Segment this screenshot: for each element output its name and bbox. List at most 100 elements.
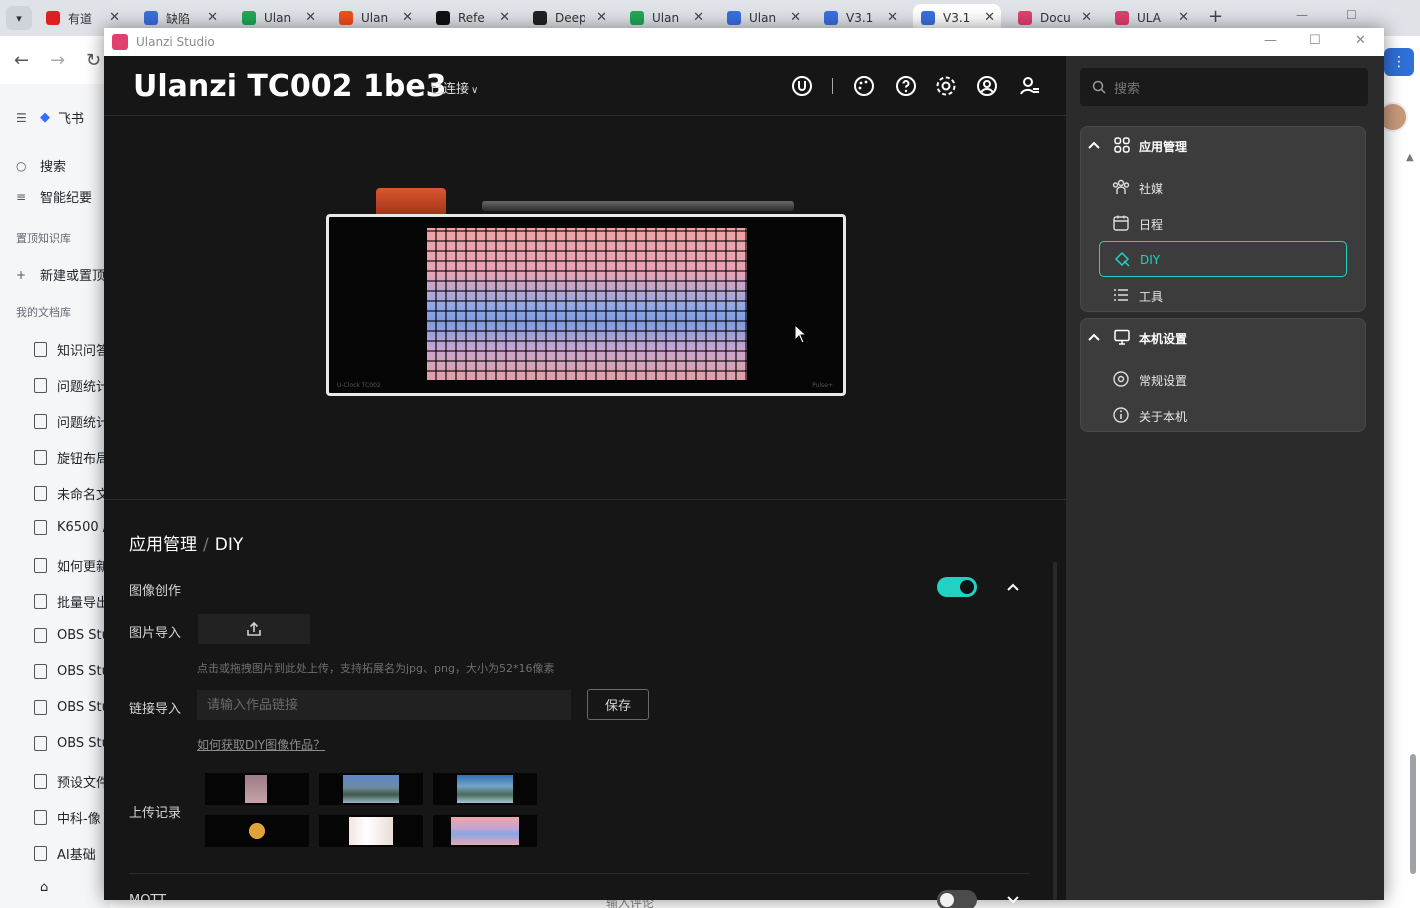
tab-close-icon[interactable]: ✕ — [207, 10, 218, 25]
tab-close-icon[interactable]: ✕ — [402, 10, 413, 25]
tab-close-icon[interactable]: ✕ — [305, 10, 316, 25]
link-input[interactable] — [197, 690, 571, 720]
group-title: 应用管理 — [1139, 140, 1188, 154]
group-app-management: 应用管理 社媒 日程 DIY 工具 — [1080, 126, 1366, 312]
window-close-icon[interactable]: ✕ — [1355, 33, 1366, 48]
group-header-device-settings[interactable]: 本机设置 — [1081, 319, 1367, 355]
list-icon: ≡ — [16, 189, 27, 204]
link-import-label: 链接导入 — [129, 702, 182, 717]
feishu-app-header[interactable]: ☰ ◆ 飞书 — [16, 108, 84, 127]
tab-close-icon[interactable]: ✕ — [596, 10, 607, 25]
pinned-section-title: 置顶知识库 — [16, 232, 71, 245]
sidebar-item-label: 关于本机 — [1139, 410, 1188, 424]
tab-close-icon[interactable]: ✕ — [984, 10, 995, 25]
sidebar-item-calendar[interactable]: 日程 — [1099, 205, 1347, 241]
group-header-app-management[interactable]: 应用管理 — [1081, 127, 1367, 163]
chevron-up-icon[interactable] — [1087, 138, 1101, 152]
history-thumbnail[interactable] — [205, 773, 309, 805]
doc-item[interactable]: 问题统计 — [34, 376, 109, 395]
tab-list-button[interactable]: ▾ — [6, 6, 32, 30]
social-icon — [1112, 179, 1130, 194]
account-icon[interactable] — [975, 74, 999, 98]
chevron-down-icon[interactable] — [1006, 893, 1020, 907]
tab-close-icon[interactable]: ✕ — [499, 10, 510, 25]
doc-item[interactable]: OBS Stu — [34, 664, 110, 679]
history-thumbnail[interactable] — [205, 815, 309, 847]
sidebar-item-about[interactable]: 关于本机 — [1099, 397, 1347, 433]
connection-dropdown[interactable]: 已连接 ∨ — [430, 78, 478, 97]
page-scrollbar[interactable] — [1410, 754, 1416, 874]
doc-item[interactable]: 问题统计 — [34, 412, 109, 431]
doc-item[interactable]: OBS Stu — [34, 700, 110, 715]
tab-close-icon[interactable]: ✕ — [693, 10, 704, 25]
doc-item[interactable]: 如何更新 — [34, 556, 109, 575]
tab-favicon-icon — [921, 11, 935, 25]
back-icon[interactable]: ← — [14, 50, 29, 71]
right-sidebar: 搜索 应用管理 社媒 日程 DIY 工具 本机设置 常规设置 关于本机 — [1066, 56, 1384, 900]
content-scrollbar[interactable] — [1053, 562, 1057, 900]
minimize-icon[interactable]: — — [1296, 8, 1308, 22]
forward-icon[interactable]: → — [50, 50, 65, 71]
image-creation-toggle[interactable] — [937, 577, 977, 597]
browser-menu-icon[interactable]: ⋮ — [1384, 48, 1414, 76]
tab-close-icon[interactable]: ✕ — [887, 10, 898, 25]
window-maximize-icon[interactable]: ☐ — [1309, 33, 1321, 48]
chevron-up-icon[interactable] — [1087, 330, 1101, 344]
sidebar-item-diy[interactable]: DIY — [1099, 241, 1347, 277]
tab-close-icon[interactable]: ✕ — [1178, 10, 1189, 25]
sidebar-item-tools[interactable]: 工具 — [1099, 277, 1347, 313]
maximize-icon[interactable]: ☐ — [1346, 8, 1357, 22]
doc-item[interactable]: 预设文件 — [34, 772, 109, 791]
device-top-bar — [482, 201, 794, 211]
sidebar-item-general-settings[interactable]: 常规设置 — [1099, 361, 1347, 397]
window-minimize-icon[interactable]: — — [1264, 33, 1277, 48]
image-upload-button[interactable] — [198, 614, 310, 644]
ulanzi-brand-icon[interactable] — [790, 74, 814, 98]
save-button[interactable]: 保存 — [587, 689, 649, 720]
help-icon[interactable] — [894, 74, 918, 98]
doc-item[interactable]: 未命名文 — [34, 484, 109, 503]
doc-item[interactable]: 中科-像 — [34, 808, 101, 827]
device-name: Ulanzi TC002 1be3 — [133, 69, 447, 104]
doc-item[interactable]: OBS Stu — [34, 628, 110, 643]
reload-icon[interactable]: ↻ — [86, 50, 101, 71]
doc-item[interactable]: 知识问答 — [34, 340, 109, 359]
history-thumbnail[interactable] — [319, 773, 423, 805]
new-tab-icon[interactable]: + — [1208, 6, 1223, 27]
section-divider — [129, 873, 1029, 874]
scroll-up-icon[interactable]: ▲ — [1406, 152, 1414, 163]
user-settings-icon[interactable] — [1018, 74, 1042, 98]
feishu-sidebar: ☰ ◆ 飞书 ○ 搜索 ≡ 智能纪要 置顶知识库 + 新建或置顶 我的文档库 知识问答 问… — [0, 84, 110, 908]
sidebar-item-social[interactable]: 社媒 — [1099, 169, 1347, 205]
help-link[interactable]: 如何获取DIY图像作品？ — [197, 736, 325, 753]
history-thumbnail[interactable] — [433, 815, 537, 847]
history-thumbnail[interactable] — [433, 773, 537, 805]
breadcrumb-parent[interactable]: 应用管理 — [129, 535, 197, 555]
tab-favicon-icon — [533, 11, 547, 25]
tab-close-icon[interactable]: ✕ — [1081, 10, 1092, 25]
breadcrumb-separator: / — [203, 535, 209, 555]
search-icon — [1092, 80, 1106, 94]
doc-item[interactable]: 批量导出 — [34, 592, 109, 611]
doc-icon — [34, 594, 47, 609]
image-creation-title: 图像创作 — [129, 584, 182, 599]
tab-close-icon[interactable]: ✕ — [790, 10, 801, 25]
mqtt-toggle[interactable] — [937, 890, 977, 908]
collapse-icon[interactable]: ☰ — [16, 111, 30, 125]
doc-item[interactable]: K6500 / — [34, 520, 107, 535]
header-divider — [832, 78, 833, 94]
gear-icon[interactable] — [934, 74, 958, 98]
feishu-ai-minutes[interactable]: ≡ 智能纪要 — [16, 187, 92, 207]
doc-item[interactable]: 旋钮布局 — [34, 448, 109, 467]
chevron-up-icon[interactable] — [1006, 580, 1020, 594]
feishu-search[interactable]: ○ 搜索 — [16, 156, 66, 176]
doc-item[interactable]: OBS Stu — [34, 736, 110, 751]
trash-icon[interactable]: ⌂ — [40, 880, 48, 895]
history-thumbnail[interactable] — [319, 815, 423, 847]
doc-item[interactable]: AI基础 — [34, 844, 96, 863]
tab-close-icon[interactable]: ✕ — [109, 10, 120, 25]
new-pinned-button[interactable]: + 新建或置顶 — [16, 265, 105, 285]
palette-icon[interactable] — [852, 74, 876, 98]
sidebar-search-input[interactable]: 搜索 — [1080, 68, 1368, 106]
tab-favicon-icon — [339, 11, 353, 25]
